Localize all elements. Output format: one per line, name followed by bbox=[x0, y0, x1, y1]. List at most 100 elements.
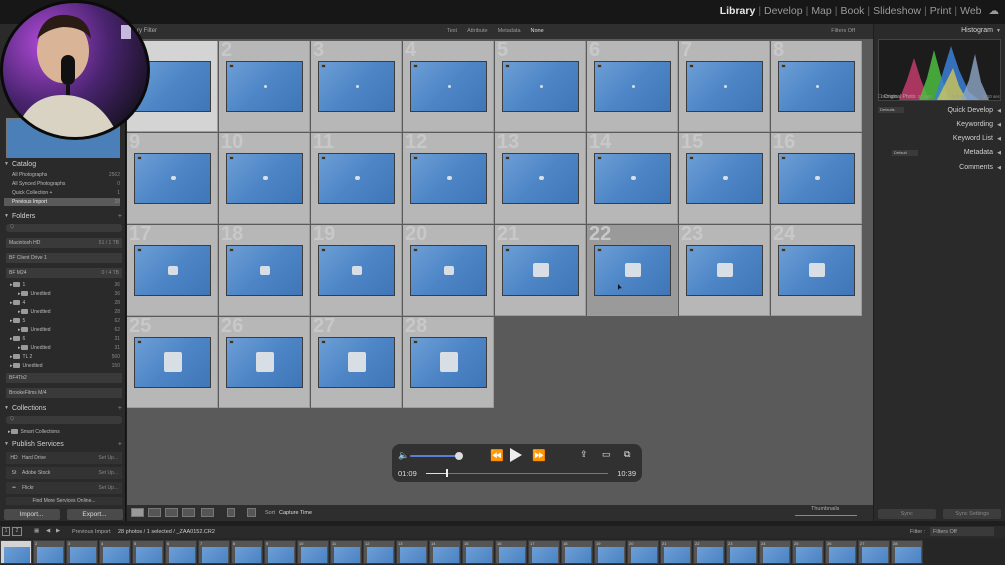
collection-set[interactable]: ▸ Smart Collections bbox=[8, 427, 120, 436]
module-web[interactable]: Web bbox=[957, 5, 984, 17]
filmstrip-thumbnail[interactable]: 8 bbox=[231, 540, 263, 564]
forward-icon[interactable]: ▶ bbox=[56, 528, 60, 534]
compare-view-button[interactable] bbox=[165, 508, 178, 517]
filmstrip-thumbnail[interactable]: 7 bbox=[198, 540, 230, 564]
loupe-view-button[interactable] bbox=[148, 508, 161, 517]
folder-row[interactable]: ▸ 1 36 bbox=[8, 280, 120, 289]
page-button-1[interactable]: 1 bbox=[2, 527, 10, 536]
filmstrip-thumbnail[interactable]: 3 bbox=[66, 540, 98, 564]
thumbnail-image[interactable] bbox=[410, 245, 487, 296]
filmstrip-thumbnail[interactable]: 16 bbox=[495, 540, 527, 564]
volume-row[interactable]: BF Client Drive 1 bbox=[6, 253, 122, 263]
thumbnail-image[interactable] bbox=[594, 153, 671, 204]
filter-option-none[interactable]: None bbox=[531, 28, 544, 34]
sync-button[interactable]: Sync bbox=[877, 509, 936, 519]
grid-view-button[interactable] bbox=[131, 508, 144, 517]
filmstrip-thumbnail[interactable]: 26 bbox=[825, 540, 857, 564]
original-photo-checkbox[interactable]: ☐ Original Photo bbox=[878, 94, 916, 100]
import-button[interactable]: Import... bbox=[3, 508, 60, 520]
thumbnail-cell[interactable]: 11 bbox=[311, 132, 402, 224]
module-print[interactable]: Print bbox=[927, 5, 955, 17]
share-icon[interactable]: ⇪ bbox=[580, 449, 588, 460]
filmstrip-thumbnail[interactable]: 4 bbox=[99, 540, 131, 564]
thumbnail-cell[interactable]: 24 bbox=[771, 224, 862, 316]
sort-direction-icon[interactable] bbox=[247, 508, 256, 517]
thumbnail-cell[interactable]: 16 bbox=[771, 132, 862, 224]
add-icon[interactable]: + bbox=[118, 441, 122, 448]
thumbnail-cell[interactable]: 15 bbox=[679, 132, 770, 224]
sort-dropdown[interactable]: Capture Time bbox=[279, 510, 312, 516]
thumbnail-image[interactable] bbox=[318, 61, 395, 112]
cloud-icon[interactable]: ☁ bbox=[989, 5, 1000, 17]
thumbnail-image[interactable] bbox=[410, 153, 487, 204]
filmstrip-thumbnail[interactable]: 27 bbox=[858, 540, 890, 564]
thumbnail-cell[interactable]: 7 bbox=[679, 40, 770, 132]
panel-header[interactable]: Metadata ◀ bbox=[874, 146, 1005, 159]
thumbnail-cell[interactable]: 23 bbox=[679, 224, 770, 316]
publish-services-header[interactable]: ▼ Publish Services + bbox=[4, 438, 122, 450]
catalog-item[interactable]: All Synced Photographs 0 bbox=[12, 180, 120, 188]
filmstrip-thumbnail[interactable]: 28 bbox=[891, 540, 923, 564]
thumbnail-cell[interactable]: 5 bbox=[495, 40, 586, 132]
thumbnail-image[interactable] bbox=[410, 61, 487, 112]
thumbnail-cell[interactable]: 28 bbox=[403, 316, 494, 408]
thumbnail-cell[interactable]: 8 bbox=[771, 40, 862, 132]
thumbnail-image[interactable] bbox=[686, 61, 763, 112]
page-button-2[interactable]: 2 bbox=[12, 527, 22, 536]
filter-option-metadata[interactable]: Metadata bbox=[498, 28, 521, 34]
thumbnail-image[interactable] bbox=[318, 245, 395, 296]
panel-header[interactable]: Keywording ◀ bbox=[874, 118, 1005, 131]
filter-dropdown[interactable]: Filters Off bbox=[930, 527, 994, 536]
filmstrip-thumbnail[interactable]: 19 bbox=[594, 540, 626, 564]
volume-row[interactable]: Macintosh HD 51 / 1 TB bbox=[6, 238, 122, 248]
thumbnail-image[interactable] bbox=[502, 245, 579, 296]
filmstrip-thumbnail[interactable]: 1 bbox=[0, 540, 32, 564]
progress-knob[interactable] bbox=[446, 469, 448, 477]
catalog-item[interactable]: Previous Import 28 bbox=[4, 198, 120, 206]
setup-link[interactable]: Set Up... bbox=[99, 485, 118, 491]
folder-row[interactable]: ▸ Unedited 150 bbox=[8, 361, 120, 370]
panel-header[interactable]: Keyword List ◀ bbox=[874, 132, 1005, 145]
thumbnail-image[interactable] bbox=[502, 61, 579, 112]
picture-in-picture-icon[interactable]: ⧉ bbox=[624, 449, 630, 460]
setup-link[interactable]: Set Up... bbox=[99, 470, 118, 476]
thumbnail-size-slider[interactable] bbox=[795, 515, 857, 516]
panel-header[interactable]: Quick Develop ◀ bbox=[874, 104, 1005, 117]
thumbnail-cell[interactable]: 27 bbox=[311, 316, 402, 408]
painter-icon[interactable] bbox=[227, 508, 235, 517]
thumbnail-image[interactable] bbox=[686, 245, 763, 296]
folder-row[interactable]: ▸ TL 2 560 bbox=[8, 352, 120, 361]
thumbnail-cell[interactable]: 25 bbox=[127, 316, 218, 408]
thumbnail-cell[interactable]: 26 bbox=[219, 316, 310, 408]
filmstrip-thumbnail[interactable]: 15 bbox=[462, 540, 494, 564]
filter-option-attribute[interactable]: Attribute bbox=[467, 28, 487, 34]
thumbnail-cell[interactable]: 17 bbox=[127, 224, 218, 316]
filter-option-text[interactable]: Text bbox=[447, 28, 457, 34]
people-view-button[interactable] bbox=[201, 508, 214, 517]
thumbnail-image[interactable] bbox=[226, 245, 303, 296]
thumbnail-cell[interactable]: 18 bbox=[219, 224, 310, 316]
filmstrip-thumbnail[interactable]: 18 bbox=[561, 540, 593, 564]
find-more-services-button[interactable]: Find More Services Online... bbox=[6, 497, 122, 505]
filmstrip-thumbnail[interactable]: 5 bbox=[132, 540, 164, 564]
filmstrip-thumbnail[interactable]: 21 bbox=[660, 540, 692, 564]
folder-row[interactable]: ▸ Unedited 36 bbox=[8, 289, 120, 298]
thumbnail-cell[interactable]: 14 bbox=[587, 132, 678, 224]
thumbnail-cell[interactable]: 4 bbox=[403, 40, 494, 132]
filmstrip-thumbnail[interactable]: 17 bbox=[528, 540, 560, 564]
module-map[interactable]: Map bbox=[808, 5, 834, 17]
filmstrip-thumbnail[interactable]: 12 bbox=[363, 540, 395, 564]
thumbnail-cell[interactable]: 21 bbox=[495, 224, 586, 316]
folders-search-input[interactable]: Q bbox=[6, 224, 122, 232]
filmstrip-thumbnail[interactable]: 25 bbox=[792, 540, 824, 564]
airplay-icon[interactable]: ▭ bbox=[602, 449, 611, 460]
filmstrip-thumbnail[interactable]: 6 bbox=[165, 540, 197, 564]
thumbnail-cell[interactable]: 12 bbox=[403, 132, 494, 224]
thumbnail-image[interactable] bbox=[318, 337, 395, 388]
thumbnail-cell[interactable]: 22 bbox=[587, 224, 678, 316]
thumbnail-image[interactable] bbox=[594, 245, 671, 296]
survey-view-button[interactable] bbox=[182, 508, 195, 517]
speaker-icon[interactable]: 🔈 bbox=[398, 450, 409, 461]
thumbnail-cell[interactable]: 3 bbox=[311, 40, 402, 132]
thumbnail-image[interactable] bbox=[502, 153, 579, 204]
